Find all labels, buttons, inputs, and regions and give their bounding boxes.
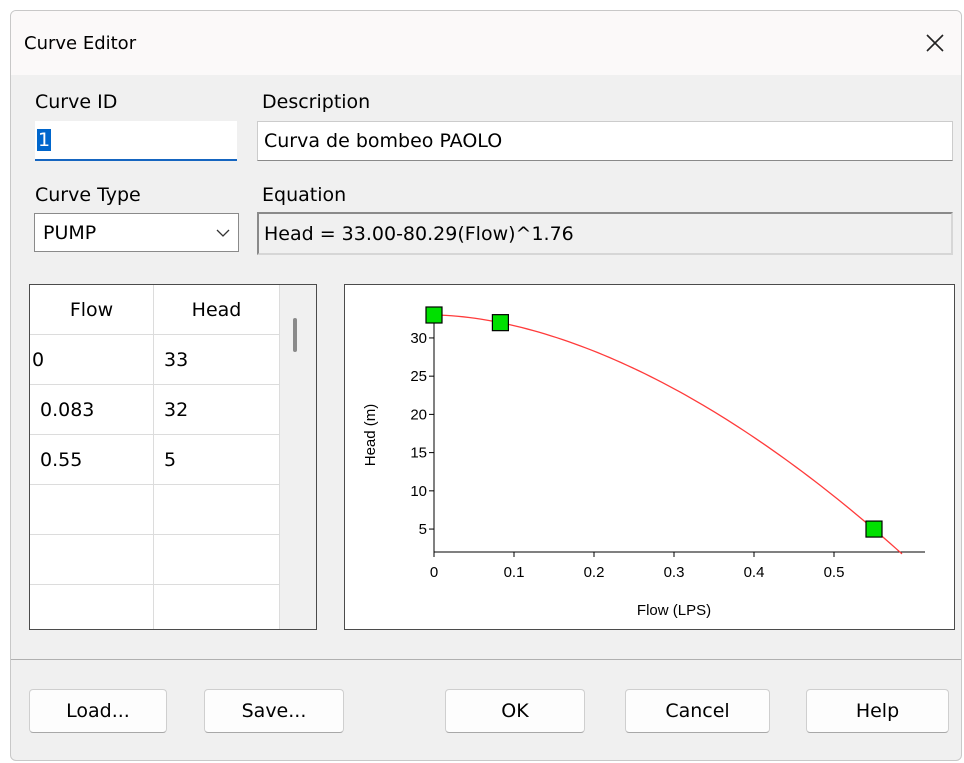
close-button[interactable]	[909, 21, 961, 65]
y-tick-label: 10	[410, 483, 427, 500]
x-tick-label: 0.5	[824, 564, 845, 581]
curve-type-select[interactable]: PUMP	[34, 213, 239, 252]
ok-button[interactable]: OK	[445, 689, 585, 733]
grid-cell[interactable]	[154, 535, 280, 585]
x-axis-title: Flow (LPS)	[637, 602, 711, 619]
grid-cell[interactable]: 0.55	[30, 435, 154, 485]
help-button[interactable]: Help	[806, 689, 949, 733]
y-tick-label: 20	[410, 406, 427, 423]
description-field[interactable]: Curva de bombeo PAOLO	[257, 121, 953, 161]
equation-label: Equation	[262, 184, 347, 206]
curve-point-marker	[865, 520, 883, 538]
title-bar: Curve Editor	[11, 11, 961, 75]
curve-point-marker	[491, 314, 509, 332]
grid-cell[interactable]: 32	[154, 385, 280, 435]
curve-type-value: PUMP	[43, 221, 97, 244]
x-tick-label: 0.3	[664, 564, 685, 581]
curve-editor-dialog: Curve Editor Curve ID Description 1 Curv…	[10, 10, 962, 761]
curve-id-field[interactable]: 1	[35, 121, 237, 161]
footer-separator	[11, 659, 961, 660]
cancel-button[interactable]: Cancel	[625, 689, 770, 733]
grid-cell[interactable]	[30, 535, 154, 585]
grid-cell[interactable]: 0	[30, 335, 154, 385]
equation-value: Head = 33.00-80.29(Flow)^1.76	[264, 222, 574, 245]
curve-point-marker	[425, 306, 443, 324]
pump-curve-chart: 0 0.1 0.2 0.3 0.4 0.5 5 10 15 20 25 30 Flow (LPS) Hea…	[362, 306, 925, 619]
y-axis-title: Head (m)	[362, 404, 379, 467]
grid-cell[interactable]	[30, 485, 154, 535]
y-tick-label: 15	[410, 445, 427, 462]
y-tick-label: 25	[410, 368, 427, 385]
grid-cell[interactable]: 0.083	[30, 385, 154, 435]
pump-curve-plot: 0 0.1 0.2 0.3 0.4 0.5 5 10 15 20 25 30 Flow (LPS) Hea…	[344, 284, 955, 630]
curve-type-label: Curve Type	[35, 184, 141, 206]
load-button[interactable]: Load...	[29, 689, 167, 733]
grid-header-head[interactable]: Head	[154, 285, 280, 335]
window-title: Curve Editor	[24, 33, 137, 54]
grid-cell[interactable]	[30, 585, 154, 629]
description-value: Curva de bombeo PAOLO	[264, 130, 503, 152]
grid-scrollbar-thumb[interactable]	[293, 318, 297, 352]
close-icon	[926, 34, 944, 52]
y-tick-label: 5	[419, 521, 427, 538]
description-label: Description	[262, 91, 371, 113]
grid-cell[interactable]	[154, 585, 280, 629]
x-tick-label: 0.4	[744, 564, 765, 581]
grid-cell[interactable]	[154, 485, 280, 535]
x-tick-label: 0.2	[584, 564, 605, 581]
grid-cell[interactable]: 33	[154, 335, 280, 385]
pump-curve-line	[433, 314, 903, 555]
grid-cell[interactable]: 5	[154, 435, 280, 485]
curve-id-label: Curve ID	[35, 91, 118, 113]
x-tick-label: 0	[430, 564, 438, 581]
y-tick-label: 30	[410, 330, 427, 347]
grid-header-flow[interactable]: Flow	[30, 285, 154, 335]
curve-id-value: 1	[37, 129, 52, 151]
grid-scrollbar[interactable]	[280, 285, 316, 629]
curve-data-grid[interactable]: Flow Head 0 33 0.083 32 0.55 5	[29, 284, 317, 630]
chevron-down-icon	[216, 229, 230, 237]
save-button[interactable]: Save...	[204, 689, 344, 733]
x-tick-label: 0.1	[504, 564, 525, 581]
equation-field: Head = 33.00-80.29(Flow)^1.76	[257, 212, 953, 255]
